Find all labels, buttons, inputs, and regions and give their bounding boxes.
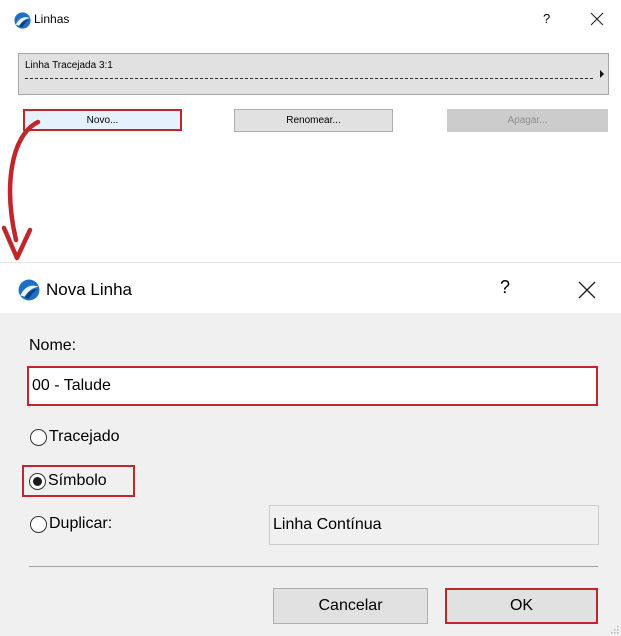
separator <box>29 566 598 567</box>
lines-dialog: Linhas ? Linha Tracejada 3:1 Novo... Ren… <box>0 0 621 262</box>
line-type-list[interactable]: Linha Tracejada 3:1 <box>18 53 609 95</box>
rename-button[interactable]: Renomear... <box>234 109 393 132</box>
archicad-app-icon <box>14 12 31 29</box>
radio-dashed[interactable]: Tracejado <box>30 428 120 446</box>
radio-dashed-label: Tracejado <box>49 428 120 445</box>
archicad-app-icon <box>18 279 40 301</box>
radio-symbol-circle[interactable] <box>29 472 46 490</box>
cancel-button[interactable]: Cancelar <box>273 588 428 624</box>
dashed-line-preview <box>25 78 593 79</box>
radio-duplicate-circle[interactable] <box>30 515 47 533</box>
lines-dialog-titlebar: Linhas ? <box>0 0 621 40</box>
resize-grip-icon[interactable] <box>610 625 620 635</box>
help-button[interactable]: ? <box>500 277 510 298</box>
radio-duplicate-label: Duplicar: <box>49 515 113 532</box>
new-line-dialog-title: Nova Linha <box>46 280 133 299</box>
radio-dashed-circle[interactable] <box>30 428 47 446</box>
lines-dialog-title: Linhas <box>34 12 70 26</box>
close-icon[interactable] <box>590 12 604 26</box>
radio-symbol-label: Símbolo <box>48 472 107 489</box>
help-button[interactable]: ? <box>543 11 550 26</box>
line-type-name: Linha Tracejada 3:1 <box>25 60 113 71</box>
arrow-right-icon[interactable] <box>600 70 604 78</box>
delete-button[interactable]: Apagar... <box>447 109 608 132</box>
name-label: Nome: <box>29 337 77 354</box>
red-curved-arrow-icon <box>1 119 41 261</box>
radio-symbol[interactable]: Símbolo <box>29 472 107 490</box>
close-icon[interactable] <box>578 281 596 299</box>
duplicate-source-field: Linha Contínua <box>269 505 599 545</box>
radio-duplicate[interactable]: Duplicar: <box>30 515 112 533</box>
name-input[interactable] <box>27 366 598 406</box>
ok-button[interactable]: OK <box>445 588 598 624</box>
